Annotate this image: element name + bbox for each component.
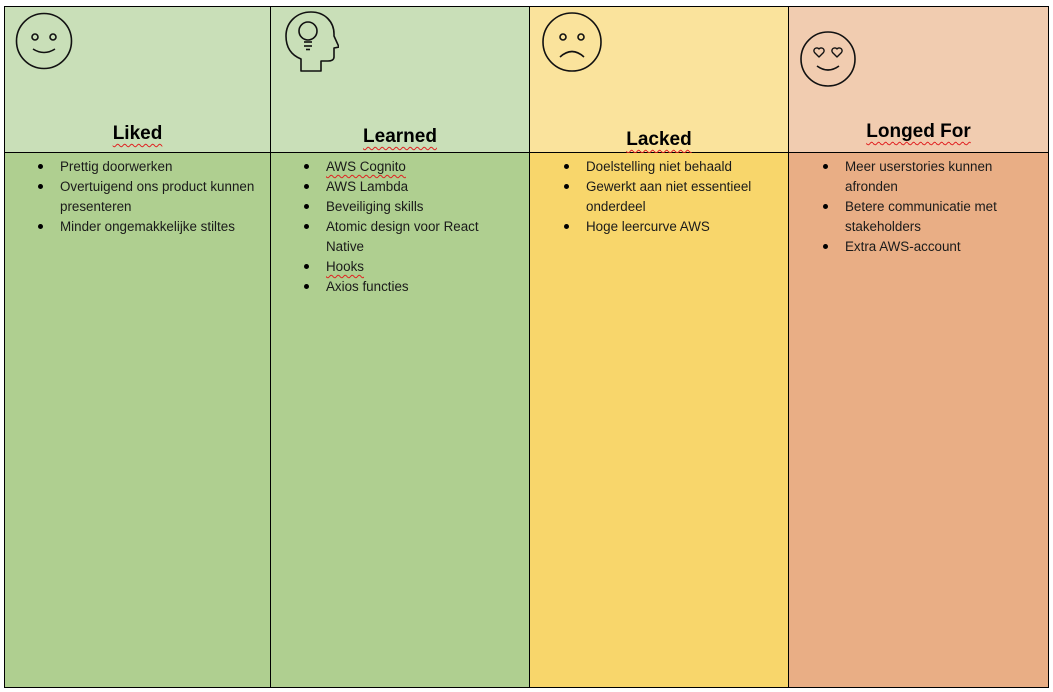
list-item: Gewerkt aan niet essentieel onderdeel	[560, 177, 751, 217]
heart-eyes-face-icon	[800, 31, 856, 87]
longed-for-body: Meer userstories kunnen afronden Betere c…	[789, 153, 1049, 688]
list-item: Beveiliging skills	[300, 197, 479, 217]
item-list: Meer userstories kunnen afronden Betere c…	[819, 157, 997, 257]
learned-body: AWS Cognito AWS Lambda Beveiliging skill…	[271, 153, 530, 688]
liked-body: Prettig doorwerken Overtuigend ons produ…	[4, 153, 271, 688]
list-item: Minder ongemakkelijke stiltes	[34, 217, 254, 237]
item-list: Prettig doorwerken Overtuigend ons produ…	[34, 157, 254, 237]
list-item: Doelstelling niet behaald	[560, 157, 751, 177]
item-list: Doelstelling niet behaald Gewerkt aan ni…	[560, 157, 751, 237]
list-item: Prettig doorwerken	[34, 157, 254, 177]
column-title: Lacked	[626, 129, 692, 150]
column-title: Longed For	[866, 121, 971, 142]
lacked-header: Lacked	[530, 6, 789, 153]
lacked-body: Doelstelling niet behaald Gewerkt aan ni…	[530, 153, 789, 688]
list-item: Hooks	[300, 257, 479, 277]
learned-header: Learned	[271, 6, 530, 153]
liked-header: Liked	[4, 6, 271, 153]
list-item: Hoge leercurve AWS	[560, 217, 751, 237]
sad-face-icon	[542, 12, 602, 72]
column-title: Liked	[112, 123, 163, 144]
retrospective-board: Liked Learned Lacked Longed For Prettig …	[4, 6, 1049, 688]
list-item: AWS Cognito	[300, 157, 479, 177]
smiley-face-icon	[15, 12, 73, 70]
lightbulb-head-icon	[285, 11, 339, 72]
list-item: Axios functies	[300, 277, 479, 297]
list-item: AWS Lambda	[300, 177, 479, 197]
item-list: AWS Cognito AWS Lambda Beveiliging skill…	[300, 157, 479, 297]
list-item: Betere communicatie met stakeholders	[819, 197, 997, 237]
longed-for-header: Longed For	[789, 6, 1049, 153]
list-item: Extra AWS-account	[819, 237, 997, 257]
list-item: Meer userstories kunnen afronden	[819, 157, 997, 197]
column-title: Learned	[363, 126, 437, 147]
list-item: Atomic design voor React Native	[300, 217, 479, 257]
list-item: Overtuigend ons product kunnen presentere…	[34, 177, 254, 217]
